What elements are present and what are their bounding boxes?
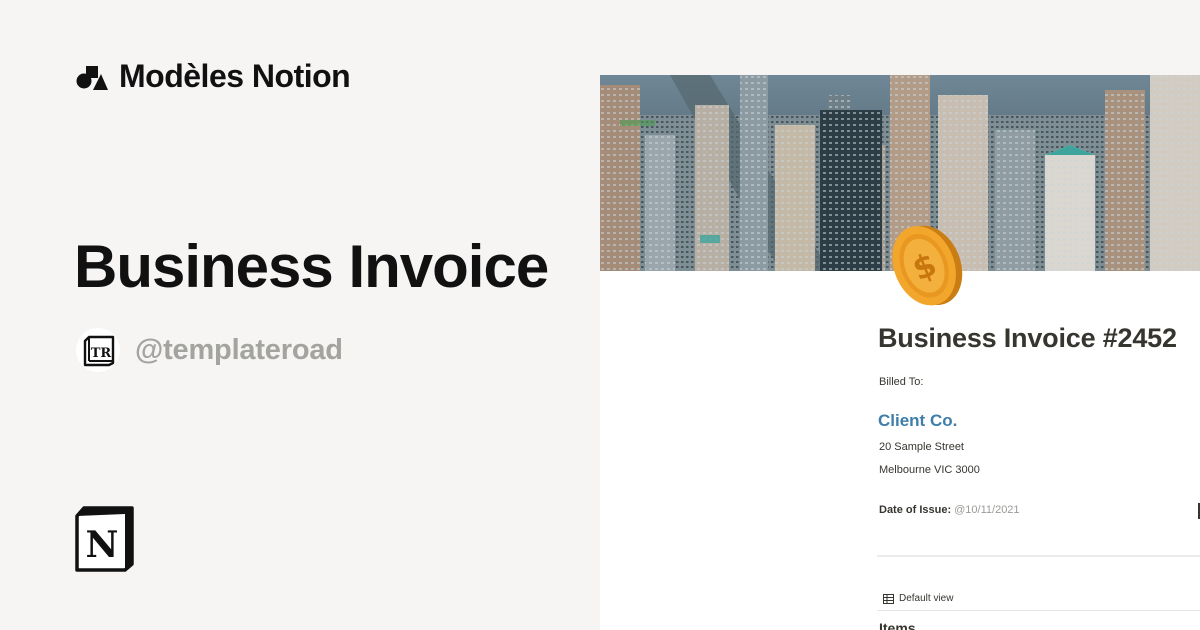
address-line-2: Melbourne VIC 3000 bbox=[879, 464, 980, 476]
shapes-logo-icon bbox=[76, 66, 108, 90]
brand-name: Modèles Notion bbox=[119, 58, 351, 94]
divider bbox=[877, 555, 1200, 557]
templateroad-logo-icon: TR bbox=[83, 335, 115, 367]
address-line-1: 20 Sample Street bbox=[879, 441, 964, 453]
items-heading: Items bbox=[879, 620, 916, 630]
author: TR @templateroad bbox=[76, 328, 343, 372]
avatar: TR bbox=[76, 328, 120, 372]
hero-title: Business Invoice bbox=[74, 233, 549, 300]
gold-coin-icon: $ bbox=[886, 217, 966, 313]
author-handle: @templateroad bbox=[135, 333, 343, 366]
notion-logo-icon: N bbox=[74, 506, 136, 572]
brand: Modèles Notion bbox=[76, 58, 351, 94]
date-label: Date of Issue: bbox=[879, 504, 952, 516]
page-title: Business Invoice #2452 bbox=[878, 323, 1177, 353]
table-icon bbox=[883, 593, 894, 604]
date-of-issue: Date of Issue: @10/11/2021 bbox=[879, 504, 1020, 516]
svg-text:N: N bbox=[86, 524, 119, 566]
tab-underline bbox=[877, 610, 1200, 611]
tab-default-view[interactable]: Default view bbox=[883, 593, 953, 604]
tab-label: Default view bbox=[899, 593, 954, 604]
client-name-link[interactable]: Client Co. bbox=[878, 411, 957, 431]
billed-to-label: Billed To: bbox=[879, 376, 924, 388]
date-mention[interactable]: @10/11/2021 bbox=[954, 504, 1019, 516]
page-preview: $ Business Invoice #2452 Billed To: Clie… bbox=[600, 75, 1200, 630]
svg-text:TR: TR bbox=[91, 346, 112, 361]
